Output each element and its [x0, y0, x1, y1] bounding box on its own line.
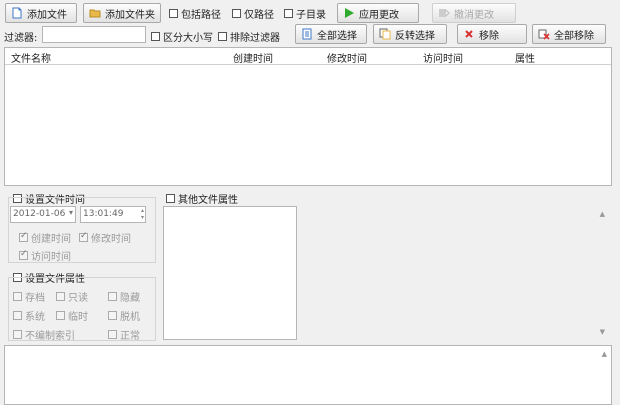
date-value: 2012-01-06 — [13, 209, 66, 219]
attr-hidden-label: 隐藏 — [120, 293, 140, 304]
invert-select-icon — [379, 28, 391, 40]
attr-system-option[interactable]: 系统 — [13, 308, 45, 323]
log-scroll-up-icon[interactable]: ▲ — [602, 350, 607, 358]
remove-label: 移除 — [479, 30, 499, 42]
modified-time-label: 修改时间 — [91, 234, 131, 245]
attr-readonly-label: 只读 — [68, 293, 88, 304]
attr-readonly-checkbox[interactable] — [56, 292, 65, 301]
exclude-filter-label: 排除过滤器 — [230, 33, 280, 44]
filter-label: 过滤器: — [4, 33, 38, 44]
attr-archive-checkbox[interactable] — [13, 292, 22, 301]
modified-time-option[interactable]: 修改时间 — [79, 230, 131, 245]
remove-all-button[interactable]: 全部移除 — [532, 24, 606, 44]
remove-button[interactable]: 移除 — [457, 24, 527, 44]
detail-scroll-down-icon[interactable]: ▼ — [600, 328, 605, 336]
case-sensitive-option[interactable]: 区分大小写 — [151, 29, 213, 44]
include-path-checkbox[interactable] — [169, 9, 178, 18]
path-only-option[interactable]: 仅路径 — [232, 6, 274, 21]
path-only-checkbox[interactable] — [232, 9, 241, 18]
case-sensitive-checkbox[interactable] — [151, 32, 160, 41]
remove-all-label: 全部移除 — [554, 30, 594, 42]
attr-system-label: 系统 — [25, 312, 45, 323]
column-header-attributes[interactable]: 属性 — [515, 50, 535, 65]
other-attr-checkbox[interactable] — [166, 194, 175, 203]
attr-hidden-option[interactable]: 隐藏 — [108, 289, 140, 304]
apply-changes-button[interactable]: 应用更改 — [337, 3, 419, 23]
subdir-label: 子目录 — [296, 10, 326, 21]
invert-select-label: 反转选择 — [395, 30, 435, 42]
column-header-modified[interactable]: 修改时间 — [327, 50, 367, 65]
other-attr-detail-panel[interactable]: ▲ ▼ — [298, 206, 608, 340]
select-all-label: 全部选择 — [317, 30, 357, 42]
other-attr-list[interactable] — [163, 206, 297, 340]
undo-changes-button[interactable]: 撤消更改 — [432, 3, 516, 23]
accessed-time-checkbox[interactable] — [19, 249, 28, 260]
created-time-checkbox[interactable] — [19, 231, 28, 242]
attr-offline-checkbox[interactable] — [108, 311, 117, 320]
attr-archive-option[interactable]: 存档 — [13, 289, 45, 304]
new-file-icon — [11, 7, 23, 19]
modified-time-checkbox[interactable] — [79, 231, 88, 242]
attr-hidden-checkbox[interactable] — [108, 292, 117, 301]
attr-archive-label: 存档 — [25, 293, 45, 304]
other-attr-label: 其他文件属性 — [178, 195, 238, 206]
subdir-checkbox[interactable] — [284, 9, 293, 18]
case-sensitive-label: 区分大小写 — [163, 33, 213, 44]
add-folder-label: 添加文件夹 — [105, 9, 155, 21]
attr-temporary-label: 临时 — [68, 312, 88, 323]
undo-changes-label: 撤消更改 — [454, 9, 494, 21]
file-list[interactable]: 文件名称 创建时间 修改时间 访问时间 属性 — [4, 47, 612, 186]
path-only-label: 仅路径 — [244, 10, 274, 21]
accessed-time-label: 访问时间 — [31, 252, 71, 263]
attr-normal-option[interactable]: 正常 — [108, 327, 140, 342]
attr-normal-label: 正常 — [120, 331, 140, 342]
add-file-button[interactable]: 添加文件 — [5, 3, 77, 23]
subdir-option[interactable]: 子目录 — [284, 6, 326, 21]
remove-icon — [463, 28, 475, 40]
exclude-filter-option[interactable]: 排除过滤器 — [218, 29, 280, 44]
detail-scroll-up-icon[interactable]: ▲ — [600, 210, 605, 218]
invert-select-button[interactable]: 反转选择 — [373, 24, 447, 44]
play-icon — [343, 7, 355, 19]
select-all-button[interactable]: 全部选择 — [295, 24, 367, 44]
include-path-option[interactable]: 包括路径 — [169, 6, 221, 21]
accessed-time-option[interactable]: 访问时间 — [19, 248, 71, 263]
created-time-option[interactable]: 创建时间 — [19, 230, 71, 245]
attr-offline-label: 脱机 — [120, 312, 140, 323]
date-picker[interactable]: 2012-01-06 ▾ — [10, 206, 76, 223]
attr-system-checkbox[interactable] — [13, 311, 22, 320]
add-folder-button[interactable]: 添加文件夹 — [83, 3, 161, 23]
add-file-label: 添加文件 — [27, 9, 67, 21]
time-spinner-icon[interactable]: ▴ ▾ — [141, 207, 144, 221]
column-header-name[interactable]: 文件名称 — [11, 50, 51, 65]
attr-normal-checkbox[interactable] — [108, 330, 117, 339]
file-list-header: 文件名称 创建时间 修改时间 访问时间 属性 — [5, 48, 611, 65]
attr-temporary-checkbox[interactable] — [56, 311, 65, 320]
time-value: 13:01:49 — [83, 209, 124, 219]
column-header-created[interactable]: 创建时间 — [233, 50, 273, 65]
exclude-filter-checkbox[interactable] — [218, 32, 227, 41]
attr-not-indexed-label: 不编制索引 — [25, 331, 75, 342]
select-all-icon — [301, 28, 313, 40]
column-header-accessed[interactable]: 访问时间 — [423, 50, 463, 65]
include-path-label: 包括路径 — [181, 10, 221, 21]
created-time-label: 创建时间 — [31, 234, 71, 245]
attr-not-indexed-checkbox[interactable] — [13, 330, 22, 339]
remove-all-icon — [538, 28, 550, 40]
log-textarea[interactable]: ▲ — [4, 345, 612, 405]
time-picker[interactable]: 13:01:49 ▴ ▾ — [80, 206, 146, 223]
apply-changes-label: 应用更改 — [359, 9, 399, 21]
attr-offline-option[interactable]: 脱机 — [108, 308, 140, 323]
attr-not-indexed-option[interactable]: 不编制索引 — [13, 327, 75, 342]
date-dropdown-icon[interactable]: ▾ — [69, 208, 73, 217]
other-attr-option[interactable]: 其他文件属性 — [166, 191, 238, 206]
attr-temporary-option[interactable]: 临时 — [56, 308, 88, 323]
undo-icon — [438, 7, 450, 19]
filter-input[interactable] — [42, 26, 146, 43]
attr-readonly-option[interactable]: 只读 — [56, 289, 88, 304]
folder-icon — [89, 7, 101, 19]
